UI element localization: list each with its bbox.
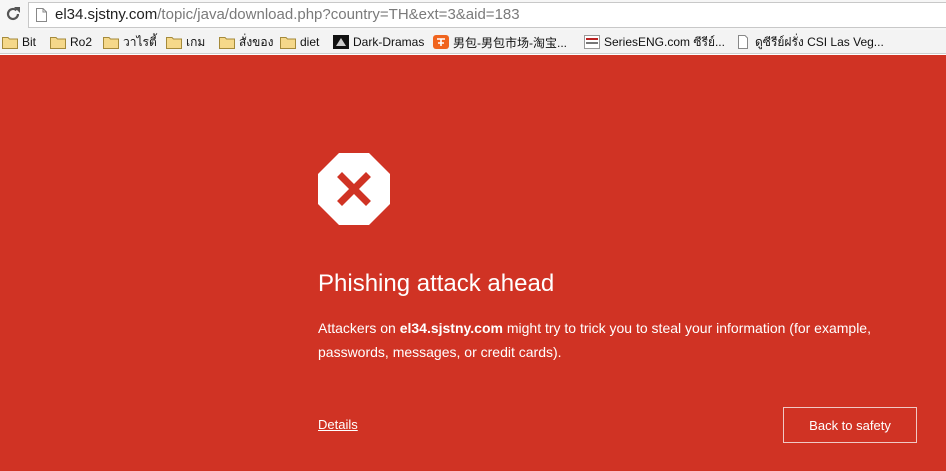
phishing-warning-page: Phishing attack ahead Attackers on el34.… (0, 55, 946, 471)
folder-icon (219, 35, 235, 49)
bookmark-label: Ro2 (70, 35, 93, 49)
bookmark-folder[interactable]: วาไรตี้ (103, 33, 157, 51)
taobao-favicon (433, 35, 449, 49)
bookmark-folder[interactable]: สั่งของ (219, 33, 273, 51)
bookmark-label: วาไรตี้ (123, 34, 157, 49)
browser-toolbar: el34.sjstny.com/topic/java/download.php?… (0, 0, 946, 30)
bookmark-link[interactable]: ดูซีรีย์ฝรั่ง CSI Las Veg... (735, 33, 884, 51)
message-prefix: Attackers on (318, 320, 400, 336)
bookmark-folder[interactable]: เกม (166, 33, 205, 51)
bookmarks-bar: Bit Ro2 วาไรตี้ เกม สั่งของ diet Dark-Dr… (0, 30, 946, 54)
bookmark-link[interactable]: Dark-Dramas (333, 33, 424, 51)
address-bar[interactable]: el34.sjstny.com/topic/java/download.php?… (28, 2, 946, 28)
bookmark-label: diet (300, 35, 320, 49)
url-path: /topic/java/download.php?country=TH&ext=… (157, 6, 520, 23)
bookmark-folder[interactable]: Ro2 (50, 33, 92, 51)
bookmark-folder[interactable]: Bit (2, 33, 36, 51)
folder-icon (103, 35, 119, 49)
bookmark-label: Dark-Dramas (353, 35, 425, 49)
danger-stop-icon (318, 153, 390, 225)
folder-icon (2, 35, 18, 49)
site-name: el34.sjstny.com (399, 320, 503, 336)
bookmark-label: เกม (186, 34, 206, 49)
dark-dramas-favicon (333, 35, 349, 49)
page-icon (735, 35, 751, 49)
warning-title: Phishing attack ahead (318, 270, 555, 297)
bookmark-label: ดูซีรีย์ฝรั่ง CSI Las Veg... (755, 34, 884, 49)
back-to-safety-button[interactable]: Back to safety (783, 407, 917, 443)
bookmark-label: Bit (22, 35, 37, 49)
bookmark-folder[interactable]: diet (280, 33, 319, 51)
url-host: el34.sjstny.com (55, 6, 158, 23)
details-link[interactable]: Details (318, 417, 358, 432)
page-icon (36, 8, 47, 22)
series-eng-favicon (584, 35, 600, 49)
bookmark-link[interactable]: SeriesENG.com ซีรีย์... (584, 33, 725, 51)
bookmark-label: SeriesENG.com ซีรีย์... (604, 34, 725, 49)
folder-icon (166, 35, 182, 49)
warning-message: Attackers on el34.sjstny.com might try t… (318, 316, 928, 364)
folder-icon (280, 35, 296, 49)
bookmark-label: สั่งของ (239, 34, 274, 49)
url-text[interactable]: el34.sjstny.com/topic/java/download.php?… (55, 6, 520, 24)
bookmark-link[interactable]: 男包-男包市场-淘宝... (433, 33, 567, 51)
folder-icon (50, 35, 66, 49)
reload-icon[interactable] (4, 5, 22, 23)
bookmark-label: 男包-男包市场-淘宝... (453, 35, 567, 50)
